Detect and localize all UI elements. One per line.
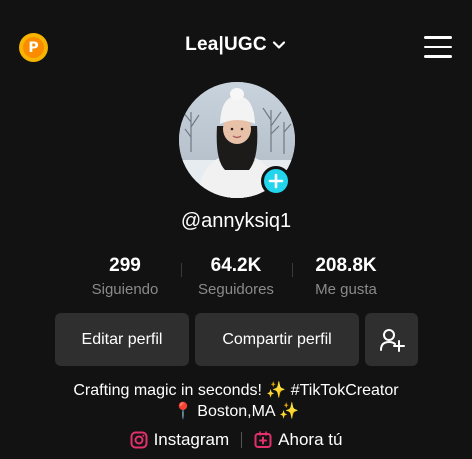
profile-stats: 299 Siguiendo 64.2K Seguidores 208.8K Me…	[0, 255, 472, 299]
stat-likes-label: Me gusta	[315, 281, 377, 298]
profile-links: Instagram Ahora tú	[0, 430, 472, 450]
bio-line-1: Crafting magic in seconds! ✨ #TikTokCrea…	[73, 382, 399, 399]
instagram-link-label: Instagram	[153, 430, 230, 449]
stat-likes-value: 208.8K	[315, 255, 377, 276]
bio-line-2: 📍 Boston,MA ✨	[172, 403, 300, 420]
instagram-link[interactable]: Instagram	[130, 430, 230, 450]
ahora-tu-link-label: Ahora tú	[278, 430, 343, 449]
chevron-down-icon	[272, 41, 285, 49]
instagram-icon	[130, 431, 148, 449]
add-friend-button[interactable]	[365, 313, 418, 366]
share-profile-button[interactable]: Compartir perfil	[195, 313, 359, 366]
add-user-icon	[379, 328, 405, 352]
avatar-container	[179, 82, 295, 198]
top-bar: P Lea|UGC	[0, 0, 472, 92]
add-box-icon	[254, 431, 272, 448]
stat-following-label: Siguiendo	[91, 281, 159, 298]
profile-handle: @annyksiq1	[180, 210, 292, 232]
stat-followers[interactable]: 64.2K Seguidores	[176, 255, 296, 298]
stat-followers-value: 64.2K	[210, 255, 262, 276]
hamburger-menu-icon[interactable]	[424, 36, 452, 58]
plus-icon	[268, 173, 284, 189]
link-separator	[241, 432, 243, 448]
account-switcher[interactable]: Lea|UGC	[0, 34, 472, 56]
stat-following[interactable]: 299 Siguiendo	[65, 255, 185, 298]
stat-likes[interactable]: 208.8K Me gusta	[286, 255, 406, 298]
add-story-button[interactable]	[261, 166, 291, 196]
profile-bio: Crafting magic in seconds! ✨ #TikTokCrea…	[0, 380, 472, 422]
stat-followers-label: Seguidores	[198, 281, 274, 298]
account-name: Lea|UGC	[185, 34, 267, 55]
ahora-tu-link[interactable]: Ahora tú	[254, 430, 342, 450]
edit-profile-button[interactable]: Editar perfil	[55, 313, 189, 366]
stat-following-value: 299	[109, 255, 141, 276]
